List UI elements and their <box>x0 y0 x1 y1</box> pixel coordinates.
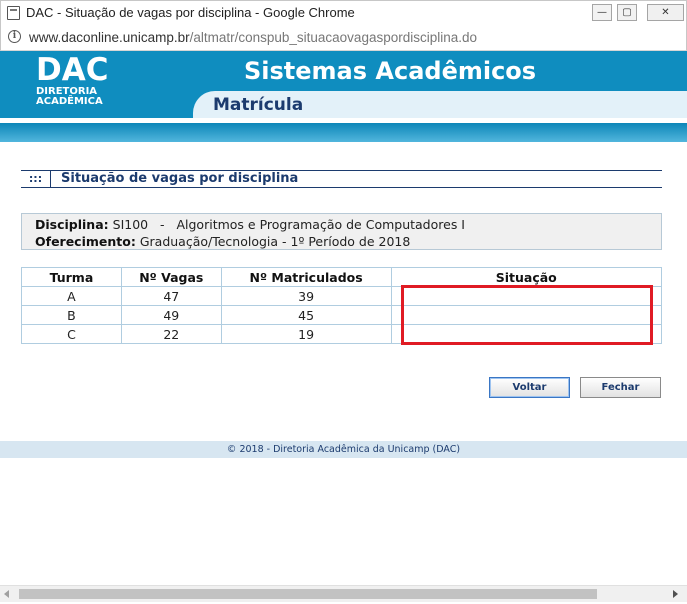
module-title: Matrícula <box>213 95 304 115</box>
cell-matriculados: 19 <box>220 324 392 344</box>
table-header-row: Turma Nº Vagas Nº Matriculados Situação <box>21 267 662 287</box>
page-footer: © 2018 - Diretoria Acadêmica da Unicamp … <box>0 441 687 458</box>
close-window-button[interactable]: ✕ <box>647 4 684 21</box>
oferecimento-label: Oferecimento: <box>35 234 136 249</box>
scroll-left-icon[interactable] <box>4 590 9 598</box>
disciplina-row: Disciplina: SI100 - Algoritmos e Program… <box>35 217 465 232</box>
cell-turma: C <box>21 324 122 344</box>
system-title: Sistemas Acadêmicos <box>244 57 537 85</box>
cell-matriculados: 39 <box>220 286 392 306</box>
page-header: DAC DIRETORIA ACADÊMICA Sistemas Acadêmi… <box>0 51 687 118</box>
cell-vagas: 47 <box>120 286 222 306</box>
page-icon <box>7 6 20 20</box>
cell-turma: A <box>21 286 122 306</box>
scroll-right-icon[interactable] <box>673 590 678 598</box>
url-host: www.daconline.unicamp.br <box>29 30 190 45</box>
minimize-button[interactable]: — <box>592 4 612 21</box>
url-text[interactable]: www.daconline.unicamp.br/altmatr/conspub… <box>29 30 477 45</box>
address-bar[interactable]: i www.daconline.unicamp.br/altmatr/consp… <box>0 24 687 51</box>
section-title: Situação de vagas por disciplina <box>61 171 299 186</box>
fechar-button[interactable]: Fechar <box>580 377 661 398</box>
dac-logo[interactable]: DAC DIRETORIA ACADÊMICA <box>36 54 108 107</box>
disciplina-value: SI100 - Algoritmos e Programação de Comp… <box>112 217 465 232</box>
section-marker: ::: <box>21 171 51 187</box>
cell-vagas: 49 <box>120 305 222 325</box>
cell-turma: B <box>21 305 122 325</box>
cell-matriculados: 45 <box>220 305 392 325</box>
oferecimento-row: Oferecimento: Graduação/Tecnologia - 1º … <box>35 234 410 249</box>
info-icon[interactable]: i <box>8 30 21 43</box>
scrollbar-thumb[interactable] <box>19 589 597 599</box>
section-title-bar: ::: Situação de vagas por disciplina <box>21 170 662 188</box>
header-situacao: Situação <box>390 267 662 287</box>
url-path: /altmatr/conspub_situacaovagaspordiscipl… <box>189 30 478 45</box>
window-title: DAC - Situação de vagas por disciplina -… <box>26 5 355 20</box>
logo-subtitle-2: ACADÊMICA <box>36 96 103 107</box>
maximize-button[interactable]: ▢ <box>617 4 637 21</box>
header-vagas: Nº Vagas <box>120 267 222 287</box>
course-info-box: Disciplina: SI100 - Algoritmos e Program… <box>21 213 662 250</box>
header-stripe <box>0 123 687 142</box>
oferecimento-value: Graduação/Tecnologia - 1º Período de 201… <box>139 234 411 249</box>
disciplina-label: Disciplina: <box>35 217 109 232</box>
header-matriculados: Nº Matriculados <box>220 267 392 287</box>
header-turma: Turma <box>21 267 122 287</box>
cell-vagas: 22 <box>120 324 222 344</box>
horizontal-scrollbar[interactable] <box>0 585 687 602</box>
logo-text: DAC <box>36 52 109 88</box>
window-titlebar: DAC - Situação de vagas por disciplina -… <box>0 0 687 24</box>
voltar-button[interactable]: Voltar <box>489 377 570 398</box>
highlight-annotation <box>401 285 653 345</box>
